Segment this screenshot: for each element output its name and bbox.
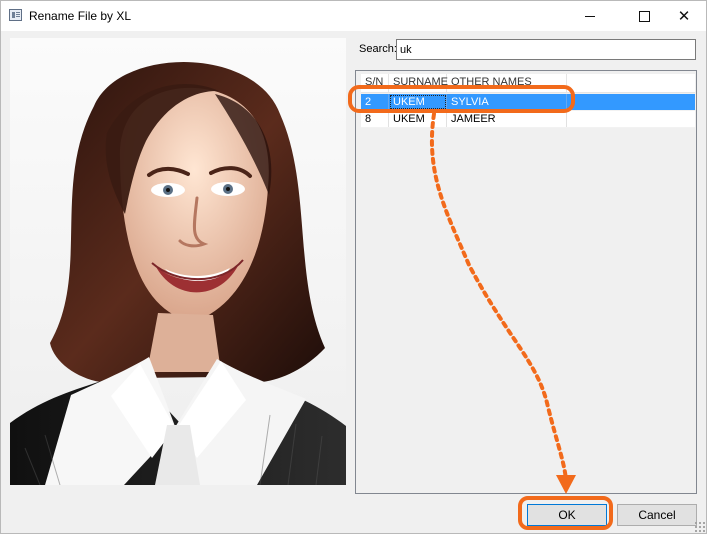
row-other-names[interactable]: SYLVIA xyxy=(447,94,567,110)
row-sn[interactable]: 8 xyxy=(361,111,389,127)
maximize-icon xyxy=(638,10,650,22)
row-other-names[interactable]: JAMEER xyxy=(447,111,567,127)
column-header-sn[interactable]: S/N xyxy=(361,74,389,92)
ok-button[interactable]: OK xyxy=(527,504,607,526)
surname-results-list[interactable]: S/N SURNAME OTHER NAMES 2 UKEM SYLVIA 8 … xyxy=(355,70,697,494)
table-row[interactable]: 8 UKEM JAMEER xyxy=(361,111,695,128)
woman-portrait-image xyxy=(10,38,346,485)
table-row-selected[interactable]: 2 UKEM SYLVIA xyxy=(361,94,695,111)
minimize-icon xyxy=(585,15,595,17)
resize-grip-icon[interactable] xyxy=(694,521,705,532)
row-surname[interactable]: UKEM xyxy=(389,111,447,127)
window-title: Rename File by XL xyxy=(29,9,132,23)
cancel-button[interactable]: Cancel xyxy=(617,504,697,526)
minimize-button[interactable] xyxy=(567,1,613,31)
column-header-empty[interactable] xyxy=(567,74,695,92)
search-input[interactable] xyxy=(396,39,696,60)
application-icon xyxy=(9,9,22,21)
close-icon: ✕ xyxy=(677,6,691,25)
close-button[interactable]: ✕ xyxy=(661,1,707,31)
column-header-other-names[interactable]: OTHER NAMES xyxy=(447,74,567,92)
row-surname[interactable]: UKEM xyxy=(389,94,447,110)
list-header: S/N SURNAME OTHER NAMES xyxy=(361,74,695,93)
search-label: Search: xyxy=(359,43,397,55)
profile-photo xyxy=(10,38,346,485)
row-empty-cell[interactable] xyxy=(567,111,695,127)
row-sn[interactable]: 2 xyxy=(361,94,389,110)
column-header-surname[interactable]: SURNAME xyxy=(389,74,448,92)
row-empty-cell[interactable] xyxy=(567,94,695,110)
title-bar[interactable]: Rename File by XL ✕ xyxy=(1,1,706,31)
rename-file-window: Rename File by XL ✕ Search: uk S/N SURNA… xyxy=(0,0,707,534)
